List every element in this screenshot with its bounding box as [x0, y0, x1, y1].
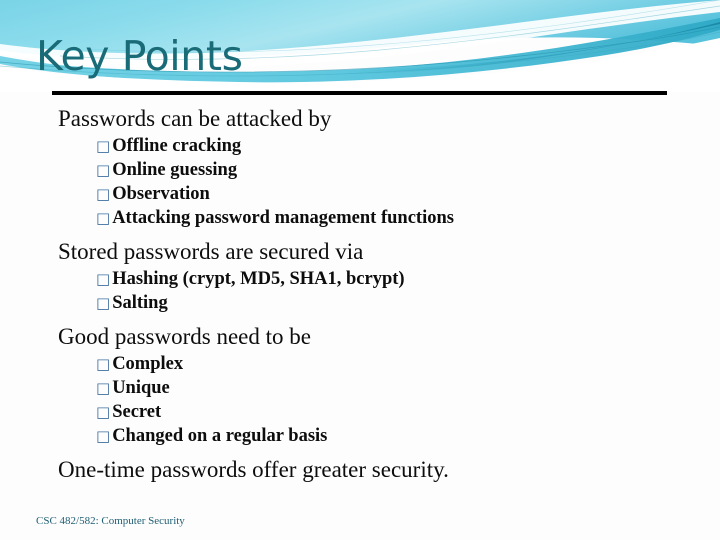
- list-item-label: Observation: [112, 184, 210, 204]
- list-item-label: Offline cracking: [112, 136, 242, 156]
- content-body: Passwords can be attacked by □ Offline c…: [44, 104, 684, 485]
- square-bullet-icon: □: [96, 427, 111, 445]
- square-bullet-icon: □: [96, 137, 111, 155]
- list-item: □ Offline cracking: [44, 134, 684, 158]
- list-item-label: Secret: [112, 402, 162, 422]
- page-title: Key Points: [36, 32, 243, 80]
- list-item-label: Attacking password management functions: [112, 208, 454, 228]
- square-bullet-icon: □: [96, 294, 111, 312]
- square-bullet-icon: □: [96, 403, 111, 421]
- list-item: □ Online guessing: [44, 158, 684, 182]
- slide-footer: CSC 482/582: Computer Security: [36, 515, 185, 527]
- list-item: □ Attacking password management function…: [44, 206, 684, 230]
- list-item-label: Complex: [112, 354, 184, 374]
- square-bullet-icon: □: [96, 270, 111, 288]
- content-group: Passwords can be attacked by □ Offline c…: [44, 104, 684, 230]
- square-bullet-icon: □: [96, 185, 111, 203]
- square-bullet-icon: □: [96, 161, 111, 179]
- slide: Key Points Passwords can be attacked by …: [0, 0, 720, 540]
- square-bullet-icon: □: [96, 379, 111, 397]
- list-item: □ Salting: [44, 291, 684, 315]
- content-group: Good passwords need to be □ Complex □ Un…: [44, 322, 684, 448]
- bullet-heading: One-time passwords offer greater securit…: [58, 457, 449, 482]
- square-bullet-icon: □: [96, 355, 111, 373]
- list-item-label: Hashing (crypt, MD5, SHA1, bcrypt): [112, 269, 405, 289]
- bullet-heading: Stored passwords are secured via: [58, 239, 364, 264]
- bullet-heading: Passwords can be attacked by: [58, 106, 332, 131]
- list-item: □ Complex: [44, 352, 684, 376]
- list-item: □ Unique: [44, 376, 684, 400]
- square-bullet-icon: □: [96, 209, 111, 227]
- bullet-heading: Good passwords need to be: [58, 324, 311, 349]
- list-item: □ Hashing (crypt, MD5, SHA1, bcrypt): [44, 267, 684, 291]
- list-item-label: Changed on a regular basis: [112, 426, 328, 446]
- list-item: □ Secret: [44, 400, 684, 424]
- title-underline-rule: [52, 91, 667, 95]
- list-item-label: Unique: [112, 378, 170, 398]
- list-item: □ Changed on a regular basis: [44, 424, 684, 448]
- list-item-label: Salting: [112, 293, 168, 313]
- content-group: One-time passwords offer greater securit…: [44, 455, 684, 485]
- list-item: □ Observation: [44, 182, 684, 206]
- content-group: Stored passwords are secured via □ Hashi…: [44, 237, 684, 315]
- list-item-label: Online guessing: [112, 160, 238, 180]
